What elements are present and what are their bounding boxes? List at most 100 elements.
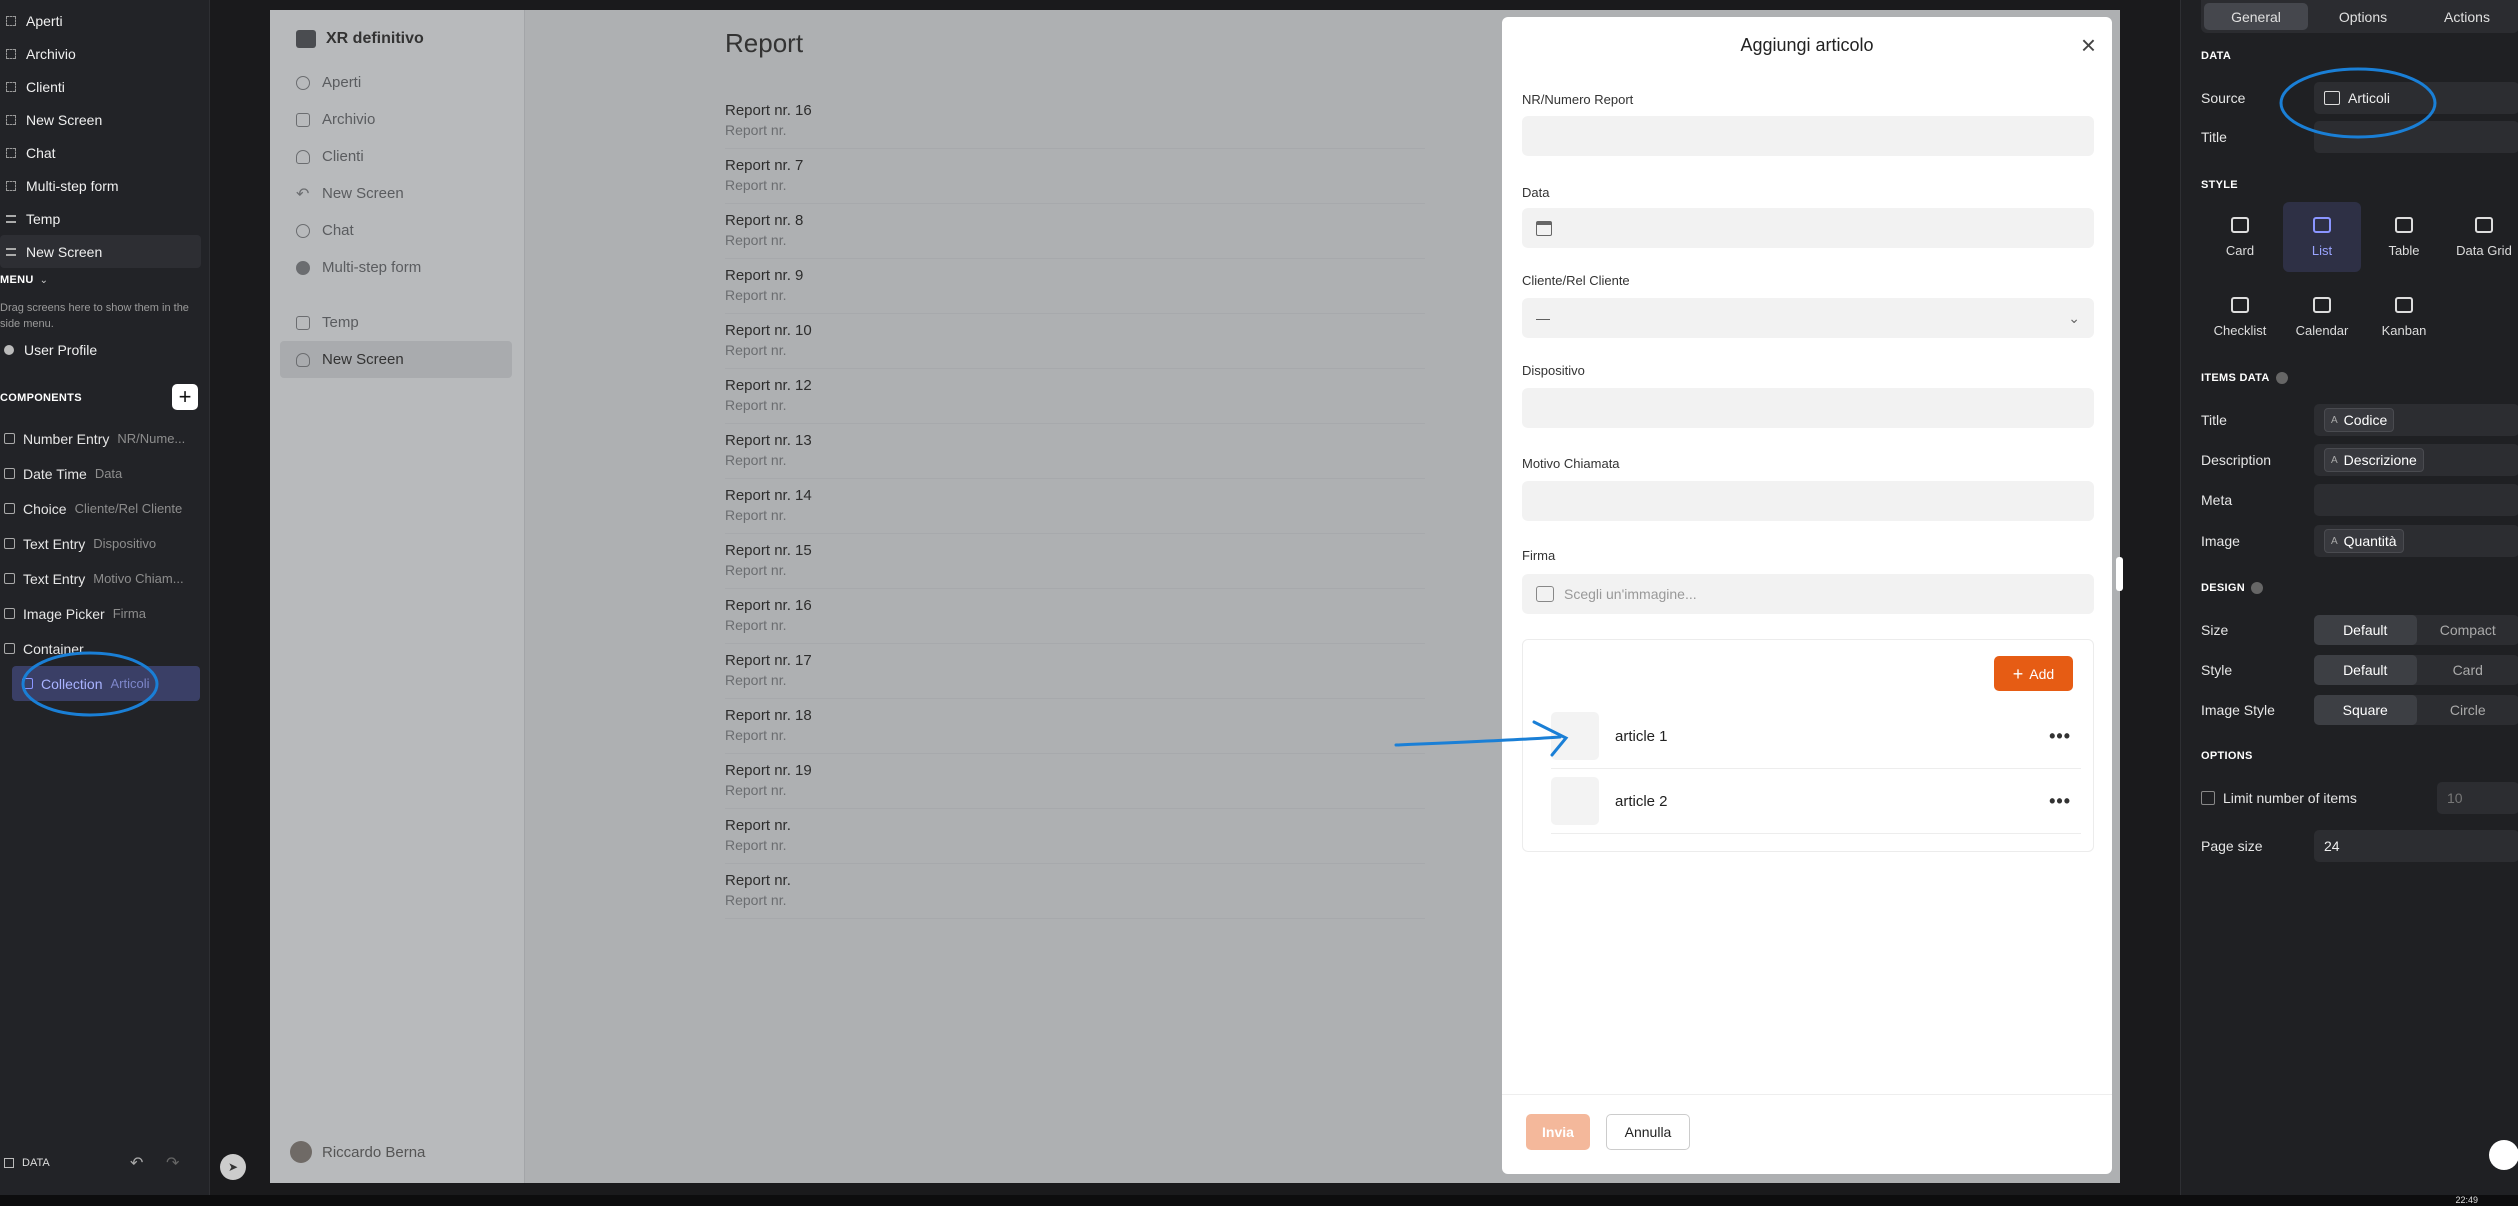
cancel-button[interactable]: Annulla: [1606, 1114, 1690, 1150]
table-icon: [2395, 216, 2413, 233]
screen-item-new-screen[interactable]: New Screen: [0, 103, 209, 136]
list-item[interactable]: Report nr. Report nr.: [725, 864, 1425, 919]
undo-icon[interactable]: ↶: [130, 1153, 143, 1173]
component-choice[interactable]: Choice Cliente/Rel Cliente: [0, 491, 210, 526]
list-item[interactable]: Report nr. 19 Report nr.: [725, 754, 1425, 809]
app-user[interactable]: Riccardo Berna: [290, 1141, 425, 1163]
style-checklist[interactable]: Checklist: [2201, 282, 2279, 352]
chat-icon[interactable]: [2489, 1140, 2518, 1170]
user-profile-item[interactable]: User Profile: [0, 333, 97, 366]
item-image-label: Image: [2201, 533, 2240, 549]
screen-item-archivio[interactable]: Archivio: [0, 37, 209, 70]
component-date-time[interactable]: Date Time Data: [0, 456, 210, 491]
screen-item-aperti[interactable]: Aperti: [0, 4, 209, 37]
list-item[interactable]: Report nr. 7 Report nr.: [725, 149, 1425, 204]
item-meta-field[interactable]: [2314, 484, 2518, 516]
title-field[interactable]: [2314, 121, 2518, 153]
nr-field[interactable]: [1522, 116, 2094, 156]
tab-options[interactable]: Options: [2311, 0, 2415, 33]
item-description-field[interactable]: A Descrizione: [2314, 444, 2518, 476]
items-data-section-header: ITEMS DATA: [2201, 372, 2288, 384]
component-collection[interactable]: Collection Articoli: [12, 666, 200, 701]
tab-general[interactable]: General: [2204, 3, 2308, 30]
style-kanban[interactable]: Kanban: [2365, 282, 2443, 352]
tab-actions[interactable]: Actions: [2415, 0, 2518, 33]
chevron-down-icon: ⌄: [39, 274, 48, 286]
list-item[interactable]: Report nr. 14 Report nr.: [725, 479, 1425, 534]
list-item[interactable]: article 1 •••: [1551, 704, 2081, 769]
close-icon[interactable]: ×: [2081, 32, 2096, 58]
cursor-mode-icon[interactable]: ➤: [220, 1154, 246, 1180]
list-item[interactable]: Report nr. 15 Report nr.: [725, 534, 1425, 589]
size-toggle[interactable]: Default Compact: [2314, 615, 2518, 645]
style-calendar[interactable]: Calendar: [2283, 282, 2361, 352]
add-button[interactable]: + Add: [1994, 656, 2073, 691]
component-container[interactable]: Container: [0, 631, 210, 666]
cliente-select[interactable]: — ⌄: [1522, 298, 2094, 338]
component-text-entry-motivo[interactable]: Text Entry Motivo Chiam...: [0, 561, 210, 596]
screen-icon: [6, 114, 16, 125]
screen-icon: [6, 48, 16, 59]
date-field[interactable]: [1522, 208, 2094, 248]
list-item[interactable]: Report nr. 17 Report nr.: [725, 644, 1425, 699]
screen-item-new-screen-selected[interactable]: New Screen: [0, 235, 201, 268]
style-list[interactable]: List: [2283, 202, 2361, 272]
list-item[interactable]: Report nr. 13 Report nr.: [725, 424, 1425, 479]
list-item[interactable]: article 2 •••: [1551, 769, 2081, 834]
submit-button[interactable]: Invia: [1526, 1114, 1590, 1150]
screen-item-multi-step-form[interactable]: Multi-step form: [0, 169, 209, 202]
limit-items-input[interactable]: 10: [2437, 782, 2518, 814]
list-icon: [22, 678, 33, 689]
info-icon[interactable]: [2250, 582, 2263, 594]
page-title: Report: [725, 28, 804, 58]
component-text-entry-dispositivo[interactable]: Text Entry Dispositivo: [0, 526, 210, 561]
add-component-button[interactable]: +: [172, 384, 198, 410]
menu-hint: Drag screens here to show them in the si…: [0, 302, 189, 330]
screen-item-chat[interactable]: Chat: [0, 136, 209, 169]
style-toggle[interactable]: Default Card: [2314, 655, 2518, 685]
limit-items-checkbox[interactable]: Limit number of items: [2201, 790, 2357, 806]
check-circle-icon: [296, 75, 310, 90]
more-options-icon[interactable]: •••: [2049, 791, 2071, 812]
component-number-entry[interactable]: Number Entry NR/Nume...: [0, 421, 210, 456]
screen-item-clienti[interactable]: Clienti: [0, 70, 209, 103]
page-size-input[interactable]: 24: [2314, 830, 2518, 862]
screen-item-temp[interactable]: Temp: [0, 202, 209, 235]
list-item[interactable]: Report nr. 16 Report nr.: [725, 589, 1425, 644]
list-item[interactable]: Report nr. 8 Report nr.: [725, 204, 1425, 259]
motivo-field[interactable]: [1522, 481, 2094, 521]
more-options-icon[interactable]: •••: [2049, 726, 2071, 747]
calendar-icon: [2313, 296, 2331, 313]
menu-header[interactable]: MENU ⌄: [0, 274, 48, 286]
page-size-label: Page size: [2201, 838, 2263, 854]
checklist-icon: [2231, 296, 2249, 313]
dispositivo-field[interactable]: [1522, 388, 2094, 428]
source-select[interactable]: Articoli: [2314, 82, 2518, 114]
item-title-field[interactable]: A Codice: [2314, 404, 2518, 436]
style-table[interactable]: Table: [2365, 202, 2443, 272]
article-thumbnail: [1551, 712, 1599, 760]
redo-icon[interactable]: ↷: [166, 1153, 179, 1173]
image-style-toggle[interactable]: Square Circle: [2314, 695, 2518, 725]
list-item[interactable]: Report nr. 12 Report nr.: [725, 369, 1425, 424]
resize-handle[interactable]: [2116, 557, 2123, 591]
list-item[interactable]: Report nr. 10 Report nr.: [725, 314, 1425, 369]
checkbox[interactable]: [2201, 791, 2215, 805]
item-image-field[interactable]: A Quantità: [2314, 525, 2518, 557]
calendar-icon: [1536, 220, 1552, 236]
info-icon[interactable]: [2275, 372, 2288, 384]
list-item[interactable]: Report nr. Report nr.: [725, 809, 1425, 864]
style-data-grid[interactable]: Data Grid: [2445, 202, 2518, 272]
data-section-header: DATA: [2201, 50, 2232, 62]
component-image-picker[interactable]: Image Picker Firma: [0, 596, 210, 631]
list-item[interactable]: Report nr. 18 Report nr.: [725, 699, 1425, 754]
avatar: [290, 1141, 312, 1163]
list-item[interactable]: Report nr. 9 Report nr.: [725, 259, 1425, 314]
chevron-down-icon: ⌄: [2068, 309, 2080, 326]
firma-image-picker[interactable]: Scegli un'immagine...: [1522, 574, 2094, 614]
data-footer[interactable]: DATA: [4, 1157, 50, 1169]
list-item[interactable]: Report nr. 16 Report nr.: [725, 94, 1425, 149]
style-card[interactable]: Card: [2201, 202, 2279, 272]
modal-title: Aggiungi articolo: [1740, 35, 1874, 55]
firma-label: Firma: [1522, 548, 1556, 563]
